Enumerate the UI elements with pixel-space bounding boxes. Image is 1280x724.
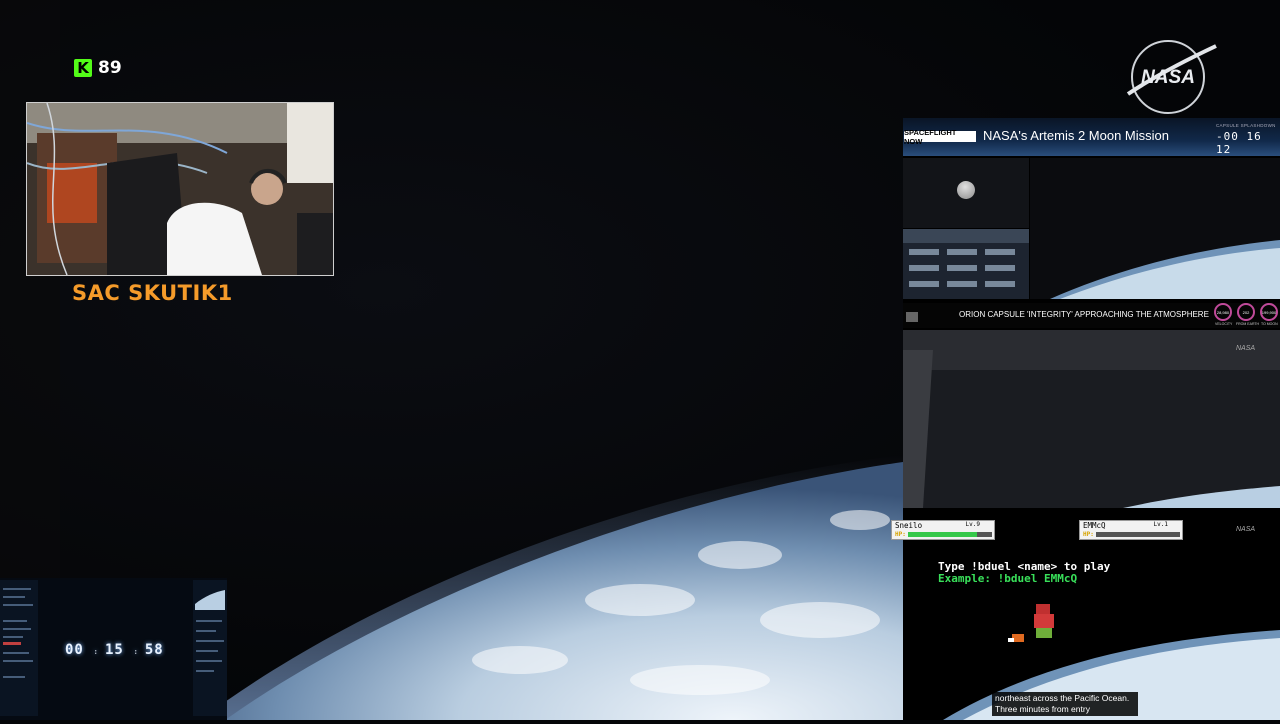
timer-hours: 00 [65,642,84,658]
mini-left-panel [0,580,38,716]
channel-logo-icon [906,312,918,322]
mission-clock-label: CAPSULE SPLASHDOWN [1216,123,1276,128]
mini-countdown-timer: 00 : 15 : 58 [65,642,164,658]
player2-hp-box: EMMcQ Lv.1 HP: [1079,520,1183,540]
game-earth-background [903,510,1280,720]
player2-name: EMMcQ [1083,521,1106,530]
banner-text: ORION CAPSULE 'INTEGRITY' APPROACHING TH… [959,310,1209,319]
webcam-feed [26,102,334,276]
player2-hp-label: HP: [1083,531,1094,538]
player1-hp-label: HP: [895,531,906,538]
orion-interior-camera [903,330,1280,508]
earth-distance-label: FROM EARTH [1236,322,1260,326]
mission-control-feed [903,229,1029,299]
pixel-characters-icon [1008,604,1054,642]
chat-game-panel [903,510,1280,720]
mission-clock: -00 16 12 [1216,130,1262,156]
player1-name: Sneilo [895,521,923,530]
mini-right-panel [193,580,227,716]
player1-hp-fill [908,532,977,537]
player1-hp-bar [908,532,992,537]
viewer-count-badge: K 89 [74,58,122,78]
game-example: Example: !bduel EMMcQ [938,572,1078,585]
nasa-logo-icon: NASA [1126,40,1217,114]
player2-hp-bar [1096,532,1180,537]
timer-seconds: 58 [144,642,164,658]
player1-level: Lv.9 [965,521,980,528]
player1-hp-box: Sneilo Lv.9 HP: [891,520,995,540]
nasa-logo-text: NASA [1141,67,1195,88]
webcam-image [27,103,333,275]
viewer-count: 89 [98,58,122,78]
streamer-name: SAC SKUTIK1 [72,281,233,305]
timer-minutes: 15 [104,642,124,658]
moon-distance-gauge: 199,900 [1260,303,1278,321]
earth-distance-gauge: 202 [1237,303,1255,321]
nasa-watermark: NASA [1236,345,1256,352]
nasa-watermark-game: NASA [1236,526,1256,533]
velocity-gauge: 28,980 [1214,303,1232,321]
player2-level: Lv.1 [1153,521,1168,528]
closed-caption: northeast across the Pacific Ocean. Thre… [992,692,1138,716]
spaceflight-now-tag: SPACEFLIGHT NOW [904,128,976,146]
velocity-label: VELOCITY [1215,322,1233,326]
earth-camera-feed [1030,158,1280,299]
stream-title: NASA's Artemis 2 Moon Mission [983,128,1169,143]
moon-distance-label: TO MOON [1261,322,1278,326]
kick-logo-icon: K [74,59,92,77]
